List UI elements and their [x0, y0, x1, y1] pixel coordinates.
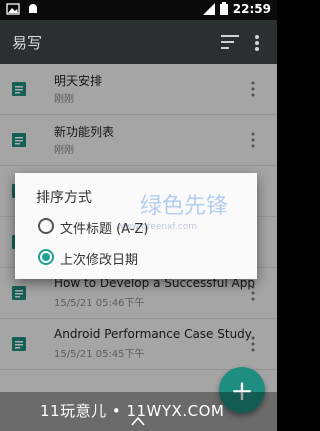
- status-bar: 22:59: [0, 0, 277, 20]
- signal-icon: [202, 3, 215, 15]
- battery-icon: [219, 2, 228, 15]
- app-bar: 易写: [0, 20, 277, 64]
- sort-option-modified-date[interactable]: 上次修改日期: [38, 246, 238, 270]
- radio-button-checked[interactable]: [38, 249, 54, 265]
- overflow-menu-icon[interactable]: [254, 34, 260, 52]
- sort-icon[interactable]: [221, 34, 241, 50]
- radio-button[interactable]: [38, 218, 54, 234]
- option-label: 上次修改日期: [60, 253, 139, 268]
- watermark-url: www.greenxf.com: [117, 222, 198, 232]
- app-title: 易写: [12, 34, 43, 52]
- image-icon: [6, 3, 20, 15]
- status-time: 22:59: [232, 2, 271, 16]
- chevron-up-icon[interactable]: [131, 416, 145, 426]
- dialog-title: 排序方式: [36, 190, 92, 206]
- android-icon: [29, 4, 37, 13]
